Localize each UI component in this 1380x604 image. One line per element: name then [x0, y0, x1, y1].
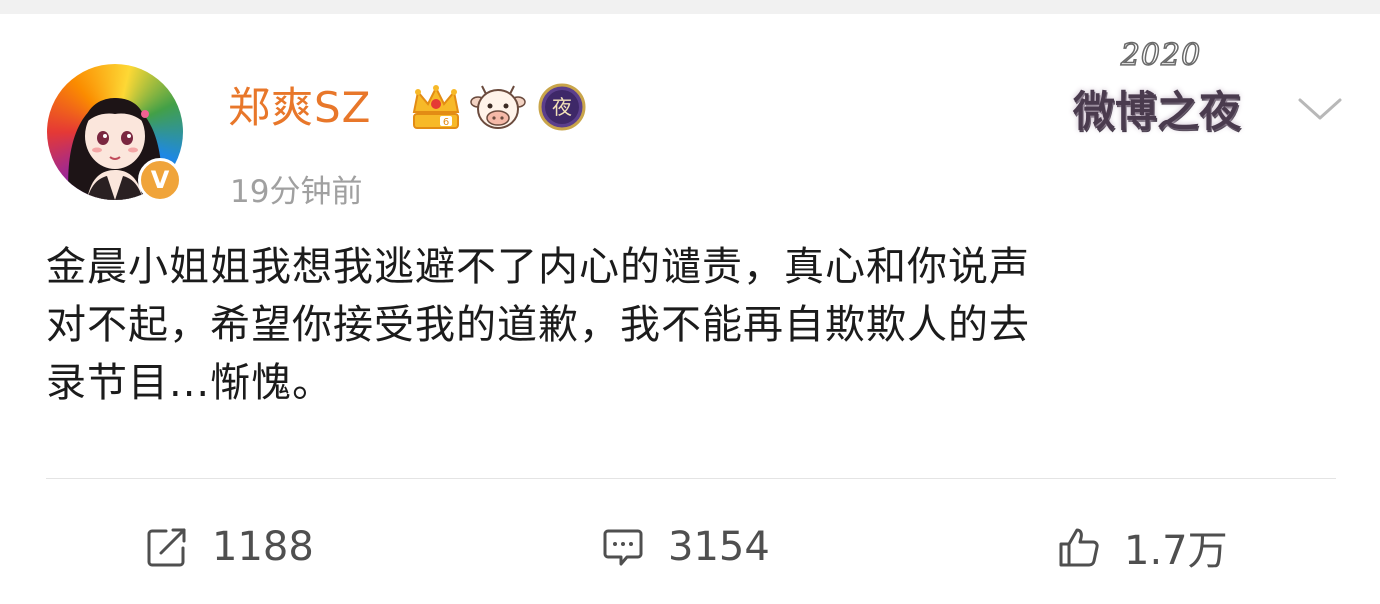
night-badge-text: 夜 — [552, 95, 572, 119]
cow-badge-icon[interactable] — [470, 82, 526, 132]
post-content-line: 对不起，希望你接受我的道歉，我不能再自欺欺人的去 — [46, 302, 1030, 348]
divider — [46, 478, 1336, 479]
comment-button[interactable]: 3154 — [602, 522, 770, 572]
like-icon — [1059, 528, 1099, 567]
svg-text:6: 6 — [443, 117, 449, 128]
post-content: 金晨小姐姐我想我逃避不了内心的谴责，真心和你说声 对不起，希望你接受我的道歉，我… — [46, 238, 1336, 412]
verified-icon: V — [138, 158, 182, 202]
comment-count: 3154 — [668, 524, 770, 570]
event-logo: 2020 微博之夜 — [1068, 37, 1246, 158]
repost-icon — [147, 528, 186, 567]
like-count: 1.7万 — [1124, 528, 1228, 574]
event-logo-year: 2020 — [1120, 37, 1202, 74]
verified-mark: V — [150, 166, 170, 194]
post-content-line: 金晨小姐姐我想我逃避不了内心的谴责，真心和你说声 — [46, 244, 1030, 290]
post-timestamp: 19分钟前 — [230, 174, 363, 210]
chevron-down-icon[interactable] — [1296, 94, 1344, 124]
post-content-line: 录节目...惭愧。 — [46, 360, 334, 406]
event-logo-name: 微博之夜 — [1072, 87, 1241, 136]
night-badge-icon[interactable]: 夜 — [537, 82, 587, 132]
like-button[interactable]: 1.7万 — [1058, 522, 1228, 574]
top-band — [0, 0, 1380, 14]
repost-button[interactable]: 1188 — [146, 522, 314, 572]
weibo-post-card: V 郑爽SZ 6 夜 19分钟前 2020 微博之夜 金晨小姐姐我想我逃避不了内… — [0, 14, 1380, 604]
repost-count: 1188 — [212, 524, 314, 570]
username[interactable]: 郑爽SZ — [228, 74, 371, 135]
comment-icon — [603, 529, 643, 566]
crown-vip-icon[interactable]: 6 — [410, 82, 462, 132]
